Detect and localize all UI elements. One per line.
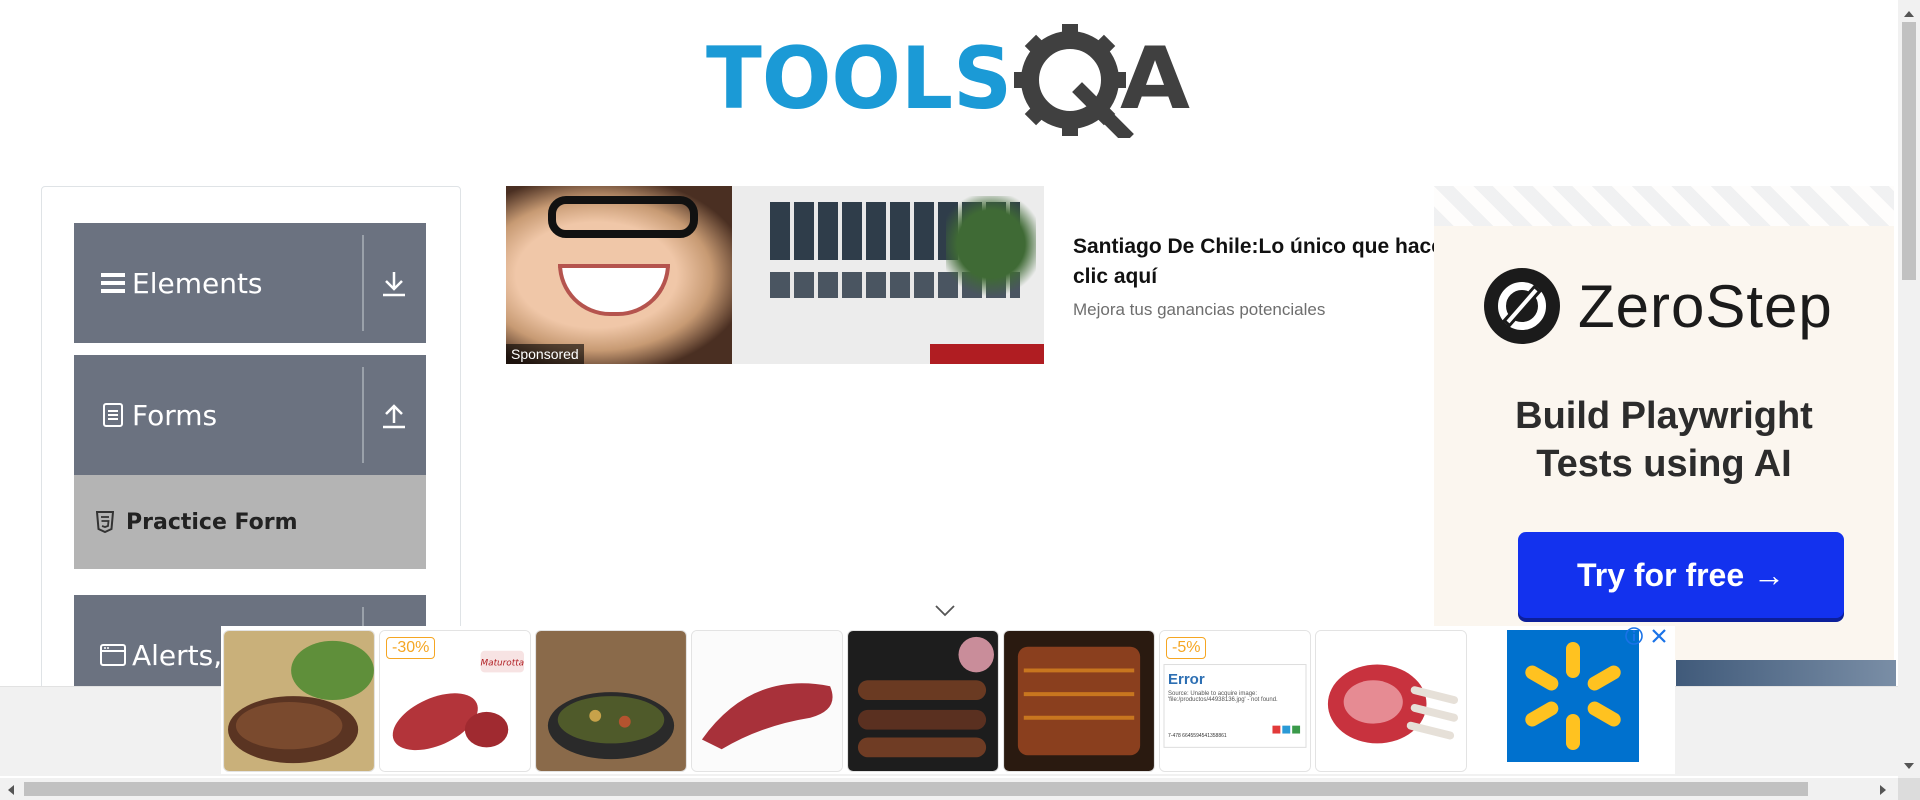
logo-text-tools: TOOLS [706, 29, 1012, 129]
zerostep-tagline-line1: Build Playwright [1515, 395, 1813, 437]
vertical-scrollbar[interactable] [1898, 0, 1920, 778]
product-brand: Maturotta [481, 659, 525, 669]
zerostep-logo: ZeroStep [1482, 266, 1833, 346]
window-icon [100, 642, 126, 668]
vertical-scroll-thumb[interactable] [1902, 22, 1916, 280]
product-card-error[interactable]: -5% Error Source: Unable to acquire imag… [1159, 630, 1311, 772]
sidebar-group-elements[interactable]: Elements [74, 223, 426, 343]
sidebar-item-practice-form[interactable]: Practice Form [74, 475, 426, 569]
sidebar-item-label: Practice Form [126, 509, 298, 535]
product-ad-shelf: Maturotta -30% -5% Error Source: Unable … [221, 626, 1675, 774]
divider [362, 235, 364, 331]
zerostep-tagline: Build Playwright Tests using AI [1434, 392, 1894, 488]
discount-badge: -5% [1166, 637, 1207, 659]
scroll-down-icon[interactable] [1903, 758, 1915, 776]
hamburger-icon [100, 270, 126, 296]
zerostep-brand: ZeroStep [1578, 272, 1833, 340]
sidebar-group-label: Forms [132, 398, 218, 432]
gear-q-icon [1014, 24, 1134, 144]
sponsored-ad-subtitle: Mejora tus ganancias potenciales [1073, 300, 1326, 319]
document-icon [100, 402, 126, 428]
sponsored-ad-image[interactable]: Sponsored [506, 186, 1044, 364]
product-card[interactable] [223, 630, 375, 772]
error-code: 7-478 6645594541358861 [1168, 733, 1227, 739]
product-card[interactable] [535, 630, 687, 772]
walmart-logo[interactable] [1507, 630, 1639, 762]
zerostep-logo-icon [1484, 268, 1560, 344]
horizontal-scroll-thumb[interactable] [24, 782, 1808, 796]
divider [362, 367, 364, 463]
horizontal-scrollbar[interactable] [0, 778, 1898, 800]
discount-badge: -30% [386, 637, 436, 659]
toolsqa-logo[interactable]: TOOLS A [706, 22, 1192, 144]
sidebar-group-forms[interactable]: Forms [74, 355, 426, 475]
zerostep-tagline-line2: Tests using AI [1536, 443, 1792, 485]
scroll-right-icon[interactable] [1878, 783, 1888, 800]
html5-icon [95, 511, 115, 534]
sidebar-group-label: Elements [132, 266, 263, 300]
zerostep-ad[interactable]: ZeroStep Build Playwright Tests using AI… [1434, 186, 1894, 660]
download-icon[interactable] [380, 269, 408, 299]
product-card[interactable] [691, 630, 843, 772]
product-card[interactable]: Maturotta -30% [379, 630, 531, 772]
spark-icon [1525, 642, 1621, 750]
product-card[interactable] [847, 630, 999, 772]
logo-text-a: A [1120, 29, 1190, 129]
try-for-free-button[interactable]: Try for free → [1518, 532, 1844, 618]
chevron-down-icon[interactable] [934, 604, 956, 618]
scrollbar-corner [1898, 778, 1920, 800]
upload-icon[interactable] [380, 401, 408, 431]
ad-image-strip [1676, 660, 1896, 686]
error-text: Source: Unable to acquire image: 'file:/… [1168, 691, 1278, 703]
sponsored-badge: Sponsored [506, 344, 584, 364]
error-title: Error [1168, 671, 1205, 688]
product-card[interactable] [1003, 630, 1155, 772]
sponsored-ad-title[interactable]: Santiago De Chile:Lo único que hacer cli… [1073, 232, 1453, 292]
sidebar-group-label: Alerts, [132, 638, 223, 672]
sponsored-ad-text[interactable]: Santiago De Chile:Lo único que hacer cli… [1073, 232, 1453, 320]
ad-choices-icon[interactable] [1624, 626, 1644, 646]
close-icon[interactable] [1649, 626, 1669, 646]
product-card[interactable] [1315, 630, 1467, 772]
scroll-left-icon[interactable] [6, 783, 16, 800]
